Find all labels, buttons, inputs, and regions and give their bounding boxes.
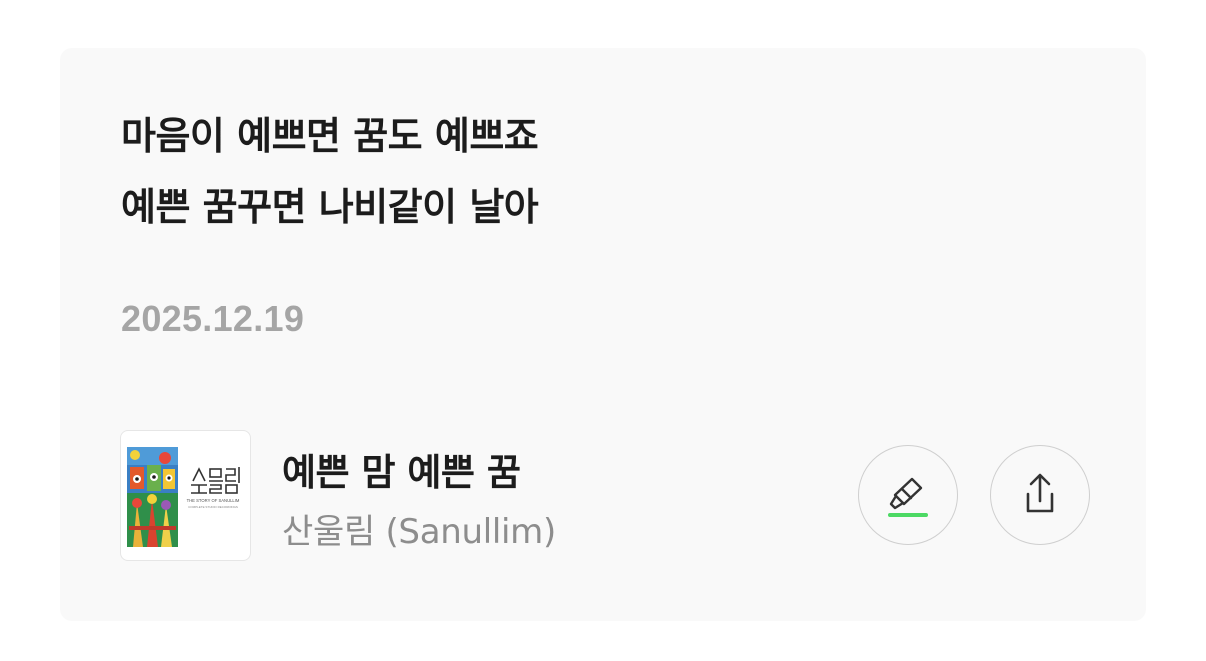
share-icon [1026,473,1054,513]
svg-text:THE STORY OF SANULLIM: THE STORY OF SANULLIM [187,498,240,503]
lyric-date: 2025.12.19 [121,298,305,339]
artist-name[interactable]: 산울림 (Sanullim) [282,504,556,553]
album-art[interactable]: THE STORY OF SANULLIM COMPLETE STUDIO RE… [120,430,251,561]
song-title[interactable]: 예쁜 맘 예쁜 꿈 [282,442,521,496]
highlight-button[interactable] [858,445,958,545]
lyric-card: 마음이 예쁘면 꿈도 예쁘죠 예쁜 꿈꾸면 나비같이 날아 2025.12.19 [60,48,1146,621]
album-cover-image: THE STORY OF SANULLIM COMPLETE STUDIO RE… [127,447,240,547]
lyrics-block: 마음이 예쁘면 꿈도 예쁘죠 예쁜 꿈꾸면 나비같이 날아 [121,114,539,229]
lyric-line: 예쁜 꿈꾸면 나비같이 날아 [121,185,539,229]
lyric-line: 마음이 예쁘면 꿈도 예쁘죠 [121,114,539,158]
share-button[interactable] [990,445,1090,545]
highlighter-icon [888,477,928,517]
svg-text:COMPLETE STUDIO RECORDINGS: COMPLETE STUDIO RECORDINGS [188,505,238,509]
